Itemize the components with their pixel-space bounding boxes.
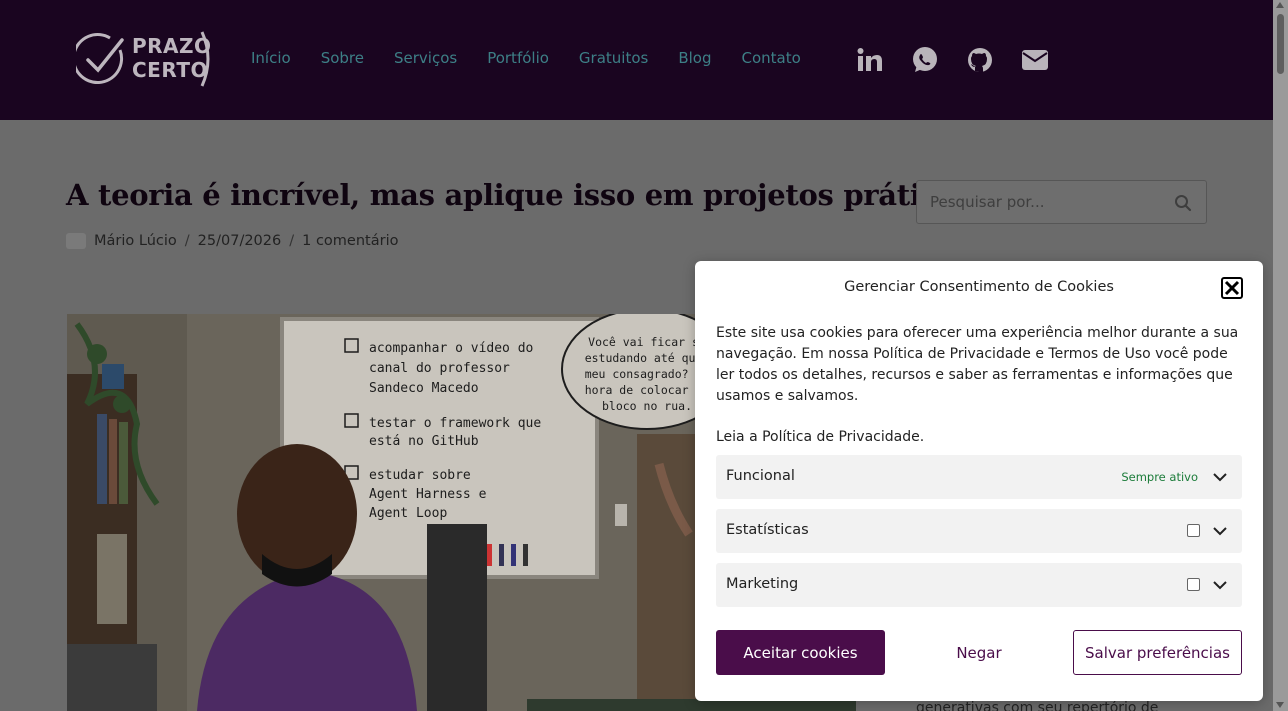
- post-meta: Mário Lúcio / 25/07/2026 / 1 comentário: [66, 233, 398, 249]
- github-icon[interactable]: [965, 45, 995, 75]
- speech-bubble-line: meu consagrado? Tá: [585, 367, 710, 381]
- linkedin-icon[interactable]: [855, 45, 885, 75]
- nav-link-sobre[interactable]: Sobre: [321, 49, 364, 67]
- whiteboard-item-2: testar o framework que: [369, 416, 541, 431]
- marketing-checkbox[interactable]: [1187, 578, 1200, 591]
- speech-bubble-line: Você vai ficar só: [588, 335, 706, 349]
- scrollbar-thumb[interactable]: [1277, 14, 1284, 74]
- whiteboard-item-1: canal do professor: [369, 361, 510, 376]
- chevron-down-icon[interactable]: [1212, 523, 1228, 539]
- whatsapp-icon[interactable]: [910, 45, 940, 75]
- statistics-checkbox[interactable]: [1187, 524, 1200, 537]
- nav-link-gratuitos[interactable]: Gratuitos: [579, 49, 648, 67]
- social-links: [855, 45, 1050, 75]
- post-date[interactable]: 25/07/2026: [198, 233, 282, 249]
- cookie-category-marketing[interactable]: Marketing: [716, 563, 1242, 607]
- nav-link-servicos[interactable]: Serviços: [394, 49, 457, 67]
- page-scrollbar[interactable]: [1273, 0, 1288, 711]
- chevron-down-icon[interactable]: [1212, 577, 1228, 593]
- speech-bubble-line: hora de colocar se: [585, 383, 710, 397]
- main-nav: Início Sobre Serviços Portfólio Gratuito…: [251, 49, 831, 67]
- site-header: PRAZO CERTO Início Sobre Serviços Portfó…: [0, 0, 1273, 120]
- search-box[interactable]: Pesquisar por...: [916, 180, 1207, 224]
- whiteboard-item-3: Agent Loop: [369, 506, 447, 521]
- whiteboard-item-3: estudar sobre: [369, 468, 471, 483]
- nav-link-contato[interactable]: Contato: [742, 49, 801, 67]
- logo-bracket: [200, 31, 210, 87]
- close-icon: [1224, 280, 1240, 296]
- site-logo[interactable]: PRAZO CERTO: [76, 30, 216, 90]
- meta-separator: /: [184, 233, 190, 249]
- check-circle-icon: [76, 33, 124, 84]
- sidebar-text: generativas com seu repertório de: [916, 700, 1159, 711]
- whiteboard-item-2: está no GitHub: [369, 434, 479, 449]
- comments-link[interactable]: 1 comentário: [302, 233, 398, 249]
- cookie-consent-dialog: Gerenciar Consentimento de Cookies Este …: [695, 261, 1263, 701]
- close-button[interactable]: [1221, 277, 1243, 299]
- search-icon[interactable]: [1174, 194, 1192, 212]
- privacy-policy-link[interactable]: Leia a Política de Privacidade.: [716, 429, 924, 445]
- whiteboard-item-1: Sandeco Macedo: [369, 381, 479, 396]
- scroll-down-arrow[interactable]: [1276, 702, 1284, 708]
- always-active-badge: Sempre ativo: [1121, 470, 1198, 484]
- category-label: Marketing: [726, 576, 799, 592]
- chevron-down-icon[interactable]: [1212, 469, 1228, 485]
- nav-link-portfolio[interactable]: Portfólio: [487, 49, 549, 67]
- author-link[interactable]: Mário Lúcio: [94, 233, 177, 249]
- category-label: Estatísticas: [726, 522, 809, 538]
- cookie-category-funcional[interactable]: Funcional Sempre ativo: [716, 455, 1242, 499]
- page-title: A teoria é incrível, mas aplique isso em…: [66, 178, 974, 212]
- cookie-dialog-body: Este site usa cookies para oferecer uma …: [716, 325, 1239, 404]
- speech-bubble-line: estudando até quan: [585, 351, 710, 365]
- nav-link-inicio[interactable]: Início: [251, 49, 291, 67]
- category-label: Funcional: [726, 468, 795, 484]
- whiteboard-item-1: acompanhar o vídeo do: [369, 341, 533, 356]
- whiteboard-item-3: Agent Harness e: [369, 487, 487, 502]
- accept-cookies-button[interactable]: Aceitar cookies: [716, 630, 885, 675]
- deny-cookies-button[interactable]: Negar: [894, 630, 1064, 675]
- scroll-up-arrow[interactable]: [1276, 2, 1284, 8]
- cookie-category-estatisticas[interactable]: Estatísticas: [716, 509, 1242, 553]
- author-avatar: [66, 233, 86, 249]
- search-input[interactable]: Pesquisar por...: [930, 193, 1045, 211]
- meta-separator: /: [289, 233, 295, 249]
- speech-bubble-line: bloco no rua.: [602, 399, 692, 413]
- email-icon[interactable]: [1020, 45, 1050, 75]
- nav-link-blog[interactable]: Blog: [678, 49, 711, 67]
- save-preferences-button[interactable]: Salvar preferências: [1073, 630, 1242, 675]
- cookie-dialog-title: Gerenciar Consentimento de Cookies: [844, 279, 1114, 295]
